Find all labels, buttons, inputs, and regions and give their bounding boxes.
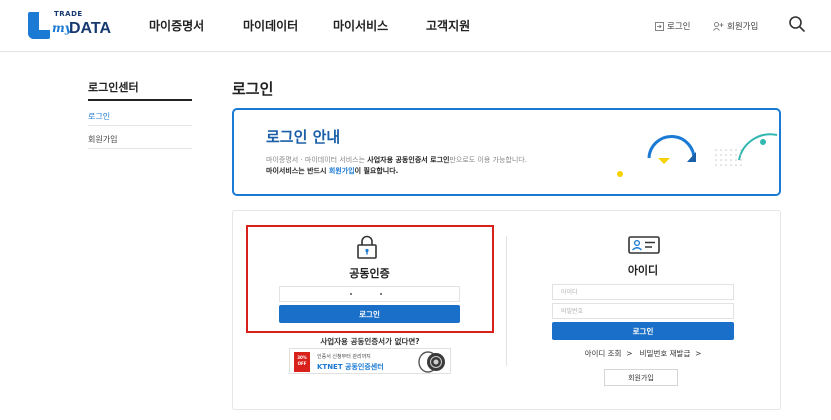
add-user-icon — [713, 21, 724, 31]
notice-line-2: 마이서비스는 반드시 회원가입이 필요합니다. — [266, 166, 398, 176]
sidebar-item-login[interactable]: 로그인 — [88, 111, 110, 122]
no-cert-text: 사업자용 공동인증서가 없다면? — [320, 337, 420, 346]
login-notice-box: 로그인 안내 마이증명서 · 마이데이터 서비스는 사업자용 공동인증서 로그인… — [232, 108, 781, 196]
signup-button[interactable]: 회원가입 — [604, 369, 678, 386]
chevron-right-icon: > — [623, 349, 638, 358]
login-icon — [655, 21, 664, 31]
search-icon[interactable] — [788, 15, 806, 33]
logo-trade-text: TRADE — [54, 10, 83, 18]
ktnet-banner-title: KTNET 공동인증센터 — [317, 363, 384, 371]
header-signup-label: 회원가입 — [727, 22, 759, 32]
notice-line-2-text: 마이서비스는 반드시 — [266, 167, 329, 175]
nav-my-certificate[interactable]: 마이증명서 — [149, 17, 204, 34]
top-header: TRADE my DATA 마이증명서 마이데이터 마이서비스 고객지원 로그인… — [0, 0, 831, 52]
page-title: 로그인 — [232, 80, 274, 98]
account-help-links: 아이디 조회 > 비밀번호 재발급 > — [552, 348, 734, 359]
notice-decoration-illustration — [617, 133, 778, 177]
notice-signup-highlight: 회원가입 — [328, 167, 355, 175]
sidebar-divider — [88, 125, 192, 126]
nav-my-service[interactable]: 마이서비스 — [333, 17, 388, 34]
id-card-icon — [628, 236, 660, 254]
header-login-label: 로그인 — [667, 22, 691, 32]
nav-customer-support[interactable]: 고객지원 — [426, 17, 470, 34]
header-login-link[interactable]: 로그인 — [655, 20, 690, 32]
notice-title: 로그인 안내 — [266, 128, 341, 146]
notice-line-1-text: 마이증명서 · 마이데이터 서비스는 — [266, 156, 368, 164]
trade-my-data-logo[interactable]: TRADE my DATA — [28, 8, 114, 42]
ktnet-banner[interactable]: 30% OFF 인증서 신청부터 관리까지 KTNET 공동인증센터 — [289, 348, 451, 374]
notice-line-1: 마이증명서 · 마이데이터 서비스는 사업자용 공동인증서 로그인만으로도 이용… — [266, 155, 527, 165]
chevron-right-icon: > — [692, 349, 702, 358]
ktnet-banner-caption: 인증서 신청부터 관리까지 — [317, 354, 371, 360]
sidebar-title: 로그인센터 — [88, 81, 139, 94]
nav-my-data[interactable]: 마이데이터 — [243, 17, 298, 34]
find-id-link[interactable]: 아이디 조회 — [585, 349, 622, 358]
id-login-title: 아이디 — [627, 264, 659, 277]
id-login-button[interactable]: 로그인 — [552, 322, 734, 340]
password-input[interactable] — [552, 303, 734, 319]
sidebar-title-underline — [88, 99, 192, 101]
login-panel-divider — [506, 236, 507, 366]
header-signup-link[interactable]: 회원가입 — [713, 20, 758, 32]
notice-line-1-bold: 사업자용 공동인증서 로그인 — [367, 156, 450, 164]
highlight-frame — [246, 225, 494, 333]
logo-mark-base — [28, 30, 50, 39]
certificate-seal-icon — [418, 351, 445, 373]
notice-line-2-tail: 이 필요합니다. — [354, 167, 399, 175]
sidebar-divider — [88, 148, 192, 149]
sidebar-item-signup[interactable]: 회원가입 — [88, 134, 117, 145]
reset-password-link[interactable]: 비밀번호 재발급 — [640, 349, 691, 358]
notice-line-1-tail: 만으로도 이용 가능합니다. — [449, 156, 527, 164]
discount-badge: 30% OFF — [294, 352, 310, 372]
logo-data-text: DATA — [69, 20, 112, 37]
user-id-input[interactable] — [552, 284, 734, 300]
